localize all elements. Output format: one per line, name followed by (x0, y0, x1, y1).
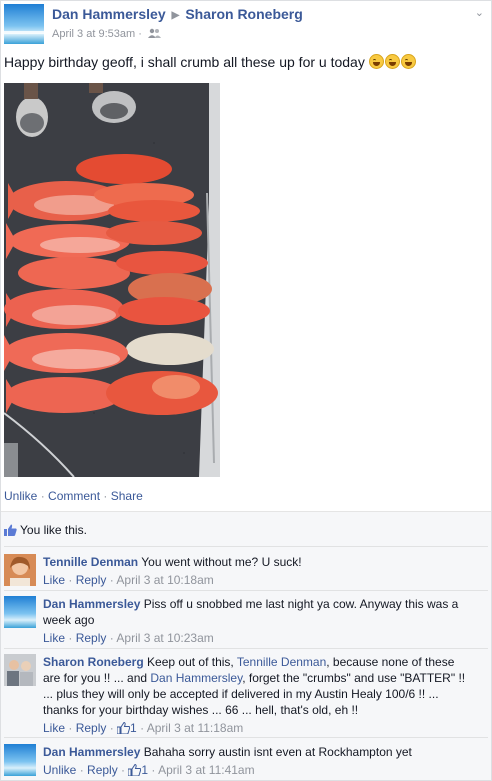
comment-meta: Like · Reply · April 3 at 10:18am (43, 573, 214, 587)
post-photo[interactable] (4, 83, 220, 477)
comment-text: You went without me? U suck! (141, 555, 302, 569)
friends-icon[interactable] (147, 28, 161, 38)
post-message: Happy birthday geoff, i shall crumb all … (4, 54, 417, 70)
like-count-value: 1 (141, 763, 149, 777)
comment-timestamp[interactable]: April 3 at 11:18am (147, 721, 244, 735)
comment-reply-button[interactable]: Reply (76, 631, 107, 645)
comment-like-button[interactable]: Like (43, 573, 65, 587)
commenter-avatar[interactable] (4, 654, 36, 686)
target-name-link[interactable]: Sharon Roneberg (185, 6, 302, 22)
laughing-emoji-icon (368, 54, 384, 69)
divider (4, 590, 488, 591)
facebook-post: Dan Hammersley ▶ Sharon Roneberg April 3 a… (0, 0, 492, 781)
comment-author-link[interactable]: Dan Hammersley (43, 597, 140, 611)
comment-unlike-button[interactable]: Unlike (43, 763, 76, 777)
comment-author-link[interactable]: Dan Hammersley (43, 745, 140, 759)
like-count-value: 1 (130, 721, 137, 735)
likes-text[interactable]: You like this. (20, 523, 87, 537)
comment-reply-button[interactable]: Reply (87, 763, 118, 777)
comment-like-button[interactable]: Like (43, 631, 65, 645)
action-separator: · (40, 489, 45, 503)
thumbs-up-icon (127, 763, 142, 777)
comment-body: Sharon Roneberg Keep out of this, Tennil… (43, 654, 473, 736)
divider (4, 737, 488, 738)
commenter-avatar[interactable] (4, 596, 36, 628)
post-meta: April 3 at 9:53am · (52, 28, 161, 40)
share-button[interactable]: Share (111, 489, 143, 503)
comments-section: You like this. Tennille Denman You went … (1, 511, 491, 780)
comment-author-link[interactable]: Tennille Denman (43, 555, 138, 569)
comment-timestamp[interactable]: April 3 at 10:18am (116, 573, 213, 587)
comment-like-count[interactable]: 1 (127, 763, 149, 777)
divider (4, 546, 488, 547)
post-message-text: Happy birthday geoff, i shall crumb all … (4, 54, 365, 70)
comment-like-count[interactable]: 1 (116, 721, 137, 735)
thumbs-up-icon (4, 524, 17, 536)
post-author-line: Dan Hammersley ▶ Sharon Roneberg (52, 6, 303, 22)
thumbs-up-icon (116, 721, 131, 735)
author-name-link[interactable]: Dan Hammersley (52, 6, 166, 22)
comment-body: Dan Hammersley Bahaha sorry austin isnt … (43, 744, 473, 778)
laughing-emoji-icon (400, 54, 416, 69)
commenter-avatar[interactable] (4, 744, 36, 776)
comment-body: Tennille Denman You went without me? U s… (43, 554, 473, 588)
comment-timestamp[interactable]: April 3 at 11:41am (158, 763, 255, 777)
commenter-avatar[interactable] (4, 554, 36, 586)
comment-reply-button[interactable]: Reply (76, 721, 107, 735)
chevron-down-icon[interactable]: ⌄ (475, 6, 484, 19)
comment-text: Bahaha sorry austin isnt even at Rockham… (143, 745, 412, 759)
post-timestamp[interactable]: April 3 at 9:53am (52, 28, 135, 40)
unlike-button[interactable]: Unlike (4, 489, 37, 503)
comment-text: Keep out of this, (147, 655, 237, 669)
mention-link[interactable]: Dan Hammersley (150, 671, 242, 685)
arrow-right-icon: ▶ (171, 10, 180, 21)
author-avatar[interactable] (4, 4, 44, 44)
post-actions: Unlike · Comment · Share (4, 489, 143, 503)
comment-meta: Like · Reply · 1 · April 3 at 11:18am (43, 721, 244, 735)
comment-meta: Unlike · Reply · 1 · April 3 at 11:41am (43, 763, 255, 777)
comment-like-button[interactable]: Like (43, 721, 65, 735)
post-header: Dan Hammersley ▶ Sharon Roneberg April 3 a… (4, 4, 490, 44)
comment-body: Dan Hammersley Piss off u snobbed me las… (43, 596, 473, 646)
comment-author-link[interactable]: Sharon Roneberg (43, 655, 144, 669)
action-separator: · (103, 489, 108, 503)
divider (4, 648, 488, 649)
comment-timestamp[interactable]: April 3 at 10:23am (116, 631, 213, 645)
laughing-emoji-icon (384, 54, 400, 69)
comment-reply-button[interactable]: Reply (76, 573, 107, 587)
mention-link[interactable]: Tennille Denman (237, 655, 326, 669)
comment-meta: Like · Reply · April 3 at 10:23am (43, 631, 214, 645)
comment-button[interactable]: Comment (48, 489, 100, 503)
likes-summary: You like this. (4, 523, 87, 537)
